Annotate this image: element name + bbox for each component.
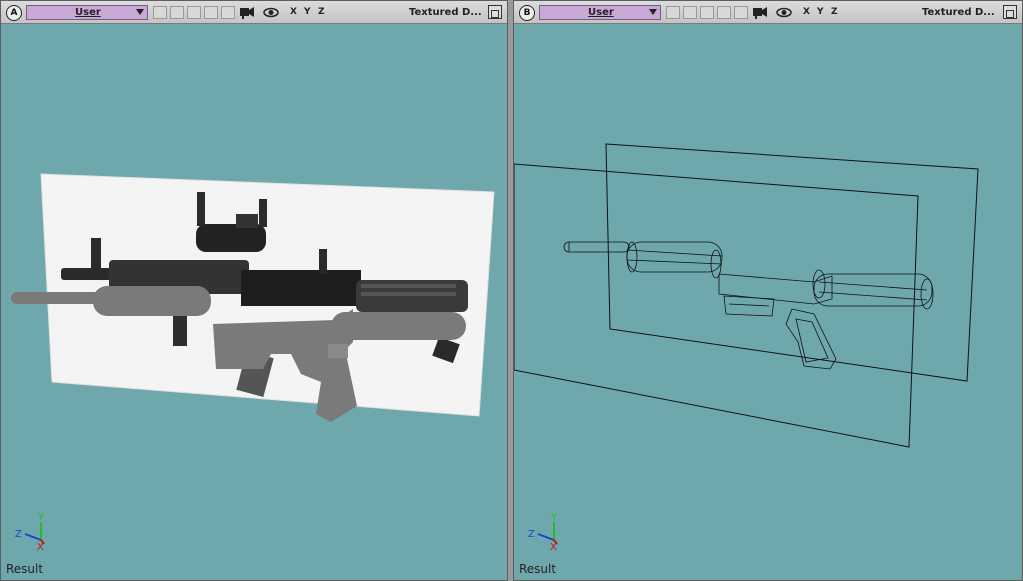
status-result-label: Result	[519, 562, 557, 576]
gizmo-x-label: X	[37, 542, 44, 550]
layer-slot[interactable]	[170, 6, 184, 19]
viewport-letter-badge[interactable]: A	[6, 5, 22, 21]
viewport-a[interactable]: A User X Y Z Textured D... Y Z X Result	[0, 0, 508, 581]
eye-icon[interactable]	[263, 5, 279, 20]
layer-slot[interactable]	[221, 6, 235, 19]
layer-slot[interactable]	[666, 6, 680, 19]
layer-slot[interactable]	[187, 6, 201, 19]
axis-z-button[interactable]: Z	[318, 6, 325, 19]
wireframe-rifle-model	[563, 241, 934, 370]
axis-x-button[interactable]: X	[803, 6, 810, 19]
gizmo-z-label: Z	[15, 529, 22, 540]
axis-gizmo: Y Z X	[15, 512, 45, 550]
camera-select-label: User	[75, 7, 101, 18]
wireframe-planes	[513, 143, 979, 448]
dual-viewport-app: A User X Y Z Textured D... Y Z X Result …	[0, 0, 1023, 581]
wireframe-scene	[513, 143, 979, 448]
gizmo-z-label: Z	[528, 529, 535, 540]
viewport-a-canvas[interactable]: Y Z X Result	[1, 24, 507, 580]
textured-scene	[11, 173, 495, 422]
axis-y-button[interactable]: Y	[304, 6, 311, 19]
camera-icon[interactable]	[752, 5, 768, 20]
maximize-icon[interactable]	[488, 5, 502, 19]
maximize-icon[interactable]	[1003, 5, 1017, 19]
layer-slot[interactable]	[153, 6, 167, 19]
viewport-b-canvas[interactable]: Y Z X Result	[513, 24, 1022, 580]
camera-select[interactable]: User	[539, 5, 661, 20]
eye-icon[interactable]	[776, 5, 792, 20]
layer-slot[interactable]	[204, 6, 218, 19]
shading-mode-menu[interactable]: Textured D...	[409, 6, 482, 19]
viewport-a-header: A User X Y Z Textured D...	[1, 1, 507, 24]
chevron-down-icon	[136, 9, 144, 15]
layer-slot[interactable]	[700, 6, 714, 19]
viewport-b[interactable]: B User X Y Z Textured D... Y Z X Result	[513, 0, 1023, 581]
gizmo-y-label: Y	[37, 512, 45, 523]
axis-gizmo: Y Z X	[528, 512, 558, 550]
camera-select[interactable]: User	[26, 5, 148, 20]
viewport-letter-badge[interactable]: B	[519, 5, 535, 21]
camera-select-label: User	[588, 7, 614, 18]
camera-icon[interactable]	[239, 5, 255, 20]
shading-mode-menu[interactable]: Textured D...	[922, 6, 995, 19]
chevron-down-icon	[649, 9, 657, 15]
axis-x-button[interactable]: X	[290, 6, 297, 19]
layer-slot[interactable]	[683, 6, 697, 19]
status-result-label: Result	[6, 562, 44, 576]
axis-y-button[interactable]: Y	[817, 6, 824, 19]
axis-z-button[interactable]: Z	[831, 6, 838, 19]
gizmo-x-label: X	[550, 542, 557, 550]
layer-slot[interactable]	[734, 6, 748, 19]
layer-slot[interactable]	[717, 6, 731, 19]
gizmo-y-label: Y	[550, 512, 558, 523]
viewport-b-header: B User X Y Z Textured D...	[514, 1, 1022, 24]
